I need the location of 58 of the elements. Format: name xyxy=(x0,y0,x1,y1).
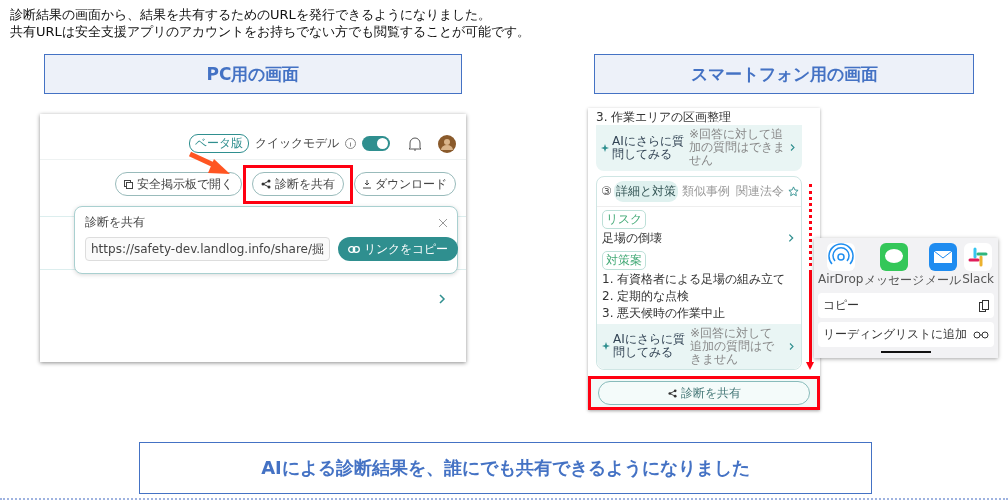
hash-logo-icon[interactable] xyxy=(964,243,993,271)
section-heading: スマートフォン用の画面 xyxy=(594,54,974,94)
sheet-action[interactable]: リーディングリストに追加 xyxy=(818,322,994,347)
copy-icon xyxy=(979,299,989,312)
app-label: Slack xyxy=(962,272,994,286)
measure-item: 2. 定期的な点検 xyxy=(602,288,691,304)
chevron-right-icon xyxy=(786,233,796,244)
risk-text: 足場の倒壊 xyxy=(602,230,662,246)
bell-icon[interactable] xyxy=(408,135,422,152)
intro-text: 診断結果の画面から、結果を共有するためのURLを発行できるようになりました。 xyxy=(10,6,492,23)
section-heading: PC用の画面 xyxy=(44,54,462,94)
risk-tag: リスク xyxy=(602,209,646,229)
speech-bubble-icon[interactable] xyxy=(880,243,909,271)
link-icon xyxy=(348,245,360,253)
beta-badge: ベータ版 xyxy=(189,134,249,153)
app-label: AirDrop xyxy=(818,272,864,286)
chevron-right-icon xyxy=(788,143,797,153)
share-icon xyxy=(667,388,677,398)
measure-item: 3. 悪天候時の作業中止 xyxy=(602,305,727,321)
quick-mode-label: クイックモデル xyxy=(255,135,339,152)
home-indicator xyxy=(881,351,931,353)
measure-item: 1. 有資格者による足場の組み立て xyxy=(602,271,787,287)
quick-mode-toggle[interactable] xyxy=(362,136,390,151)
info-icon xyxy=(345,138,356,149)
download-icon xyxy=(363,179,371,189)
pointer-arrow xyxy=(188,151,230,174)
share-icon xyxy=(261,179,271,189)
summary-banner: AIによる診断結果を、誰にでも共有できるようになりました xyxy=(139,442,872,494)
chevron-right-icon xyxy=(787,341,796,351)
sparkle-icon xyxy=(602,342,610,351)
star-icon[interactable] xyxy=(787,185,799,197)
app-label: メッセージ xyxy=(864,272,925,289)
share-button[interactable]: 診断を共有 xyxy=(598,381,810,406)
airdrop-icon[interactable] xyxy=(826,243,855,271)
ask-ai-label: AIにさらに質問してみる xyxy=(612,134,685,161)
card-tab[interactable]: 詳細と対策 xyxy=(613,180,678,202)
chevron-right-icon xyxy=(436,293,448,305)
action-button[interactable]: 診断を共有 xyxy=(252,172,344,196)
intro-text: 共有URLは安全支援アプリのアカウントをお持ちでない方でも閲覧することが可能です。 xyxy=(10,23,531,40)
measures-tag: 対策案 xyxy=(602,250,646,270)
copy-icon xyxy=(124,179,133,189)
close-icon[interactable] xyxy=(439,218,447,227)
envelope-icon[interactable] xyxy=(929,243,958,271)
glasses-icon xyxy=(973,330,989,339)
card-number: ③ xyxy=(601,184,612,199)
action-button[interactable]: 安全掲示板で開く xyxy=(115,172,242,196)
action-button[interactable]: ダウンロード xyxy=(354,172,456,196)
ask-ai-note: ※回答に対して追加の質問はできません xyxy=(690,326,775,367)
list-item-text: 3. 作業エリアの区画整理 xyxy=(596,110,733,125)
ask-ai-label: AIにさらに質問してみる xyxy=(613,333,686,360)
avatar[interactable] xyxy=(438,134,456,153)
sheet-action[interactable]: コピー xyxy=(818,293,994,318)
popup-title: 診断を共有 xyxy=(85,214,145,231)
url-field[interactable]: https://safety-dev.landlog.info/share/掘 xyxy=(85,237,330,261)
app-label: メール xyxy=(925,272,962,289)
ask-ai-note: ※回答に対して追加の質問はできません xyxy=(689,128,785,168)
sparkle-icon xyxy=(601,143,609,152)
copy-link-button[interactable]: リンクをコピー xyxy=(338,237,458,261)
